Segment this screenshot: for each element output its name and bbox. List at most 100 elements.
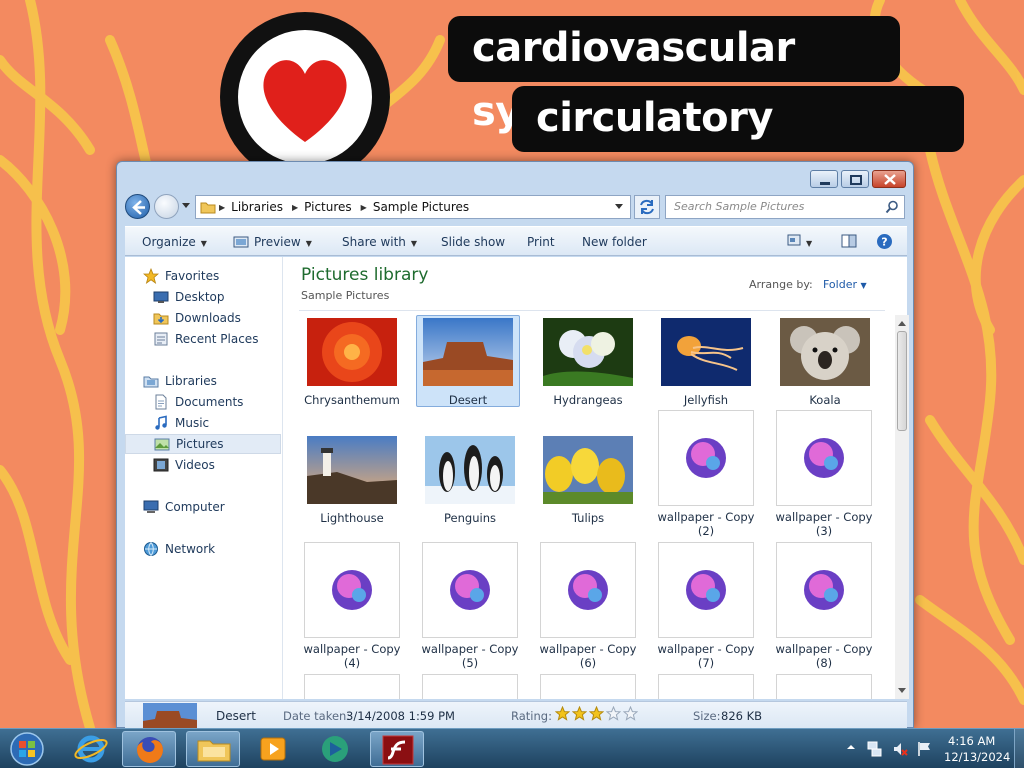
star-filled-icon[interactable] [554,705,571,721]
breadcrumb-arrow-icon[interactable]: ▶ [219,203,225,212]
close-button[interactable] [872,170,906,188]
scrollbar-thumb[interactable] [897,331,907,431]
file-name: Jellyfish [683,393,729,407]
firefox-button[interactable] [122,731,176,767]
nav-videos[interactable]: Videos [125,455,281,475]
file-tile[interactable]: wallpaper - Copy (7) [654,542,758,670]
recent-pages-dropdown-icon[interactable] [181,202,191,210]
file-tile[interactable]: Koala [773,318,877,407]
file-tile[interactable]: Jellyfish [654,318,758,407]
file-tile[interactable]: Desert [416,315,520,407]
nav-network[interactable]: Network [125,539,281,559]
file-tile[interactable]: wallpaper - Copy (8) [772,542,876,670]
network-status-icon[interactable] [866,741,882,757]
nav-label: Videos [175,458,215,472]
wallpaper-thumbnail-partial[interactable] [776,674,872,699]
file-tile[interactable]: Tulips [536,436,640,525]
change-view-button[interactable]: ▼ [787,234,812,249]
file-name: wallpaper - Copy (2) [657,510,755,538]
file-name: wallpaper - Copy (5) [421,642,519,670]
scroll-up-icon[interactable] [895,317,909,329]
back-button[interactable] [125,194,150,219]
rating-stars[interactable] [554,705,640,724]
app-button[interactable] [308,731,362,767]
share-with-menu[interactable]: Share with ▼ [342,235,417,249]
scroll-down-icon[interactable] [895,685,909,697]
vertical-scrollbar[interactable] [895,315,909,699]
wallpaper-image [686,438,726,478]
volume-muted-icon[interactable] [892,741,908,757]
wallpaper-thumbnail-partial[interactable] [540,674,636,699]
action-center-flag-icon[interactable] [916,741,932,757]
show-desktop-button[interactable] [1014,729,1024,768]
preview-menu[interactable]: Preview ▼ [233,235,312,249]
nav-documents[interactable]: Documents [125,392,281,412]
minimize-button[interactable] [810,170,838,188]
nav-recent-places[interactable]: Recent Places [125,329,281,349]
file-tile[interactable]: wallpaper - Copy (3) [772,410,876,538]
breadcrumb-libraries[interactable]: Libraries [231,200,283,214]
wallpaper-thumbnail [658,542,754,638]
show-hidden-icons-icon[interactable] [846,742,856,752]
file-tile[interactable]: wallpaper - Copy (2) [654,410,758,538]
refresh-button[interactable] [634,195,660,219]
search-input[interactable]: Search Sample Pictures [665,195,905,219]
nav-favorites[interactable]: Favorites [125,266,281,286]
library-title: Pictures library [301,265,429,285]
title-bar[interactable] [117,162,913,190]
chevron-down-icon[interactable] [614,203,624,211]
flash-button[interactable] [370,731,424,767]
slide-show-button[interactable]: Slide show [441,235,505,249]
nav-desktop[interactable]: Desktop [125,287,281,307]
star-filled-icon[interactable] [588,705,605,721]
breadcrumb-pictures[interactable]: Pictures [304,200,352,214]
search-icon[interactable] [885,200,899,214]
media-player-button[interactable] [246,731,300,767]
file-tile[interactable]: wallpaper - Copy (5) [418,542,522,670]
maximize-button[interactable] [841,170,869,188]
file-tile[interactable]: wallpaper - Copy (4) [300,542,404,670]
nav-computer[interactable]: Computer [125,497,281,517]
new-folder-button[interactable]: New folder [582,235,647,249]
clock-time[interactable]: 4:16 AM [948,734,995,748]
organize-menu[interactable]: Organize ▼ [142,235,207,249]
breadcrumb-arrow-icon[interactable]: ▶ [361,203,367,212]
address-bar[interactable]: ▶ Libraries ▶ Pictures ▶ Sample Pictures [195,195,631,219]
documents-icon [155,394,167,410]
file-tile[interactable]: wallpaper - Copy (6) [536,542,640,670]
nav-downloads[interactable]: Downloads [125,308,281,328]
star-filled-icon[interactable] [571,705,588,721]
file-tile[interactable]: Hydrangeas [536,318,640,407]
star-empty-icon[interactable] [605,705,622,721]
forward-button[interactable] [154,194,179,219]
taskbar: 4:16 AM 12/13/2024 [0,728,1024,768]
file-tile[interactable]: Penguins [418,436,522,525]
breadcrumb-sample-pictures[interactable]: Sample Pictures [373,200,469,214]
windows-explorer-button[interactable] [186,731,240,767]
start-button[interactable] [2,731,52,767]
preview-pane-button[interactable] [841,234,857,251]
search-placeholder: Search Sample Pictures [674,200,805,213]
size-label: Size: [693,709,721,723]
breadcrumb-arrow-icon[interactable]: ▶ [292,203,298,212]
nav-libraries[interactable]: Libraries [125,371,281,391]
nav-pictures[interactable]: Pictures [125,434,281,454]
nav-label: Libraries [165,374,217,388]
wallpaper-thumbnail-partial[interactable] [304,674,400,699]
wallpaper-thumbnail-partial[interactable] [658,674,754,699]
file-tile[interactable]: Lighthouse [300,436,404,525]
internet-explorer-button[interactable] [64,731,118,767]
details-file-name: Desert [216,709,256,723]
minimize-icon [820,182,830,185]
star-icon [143,268,159,284]
maximize-icon [850,175,862,185]
star-empty-icon[interactable] [622,705,639,721]
clock-date[interactable]: 12/13/2024 [944,750,1010,764]
arrange-by-dropdown[interactable]: Folder ▼ [823,278,867,291]
help-button[interactable]: ? [876,233,893,253]
wallpaper-thumbnail-partial[interactable] [422,674,518,699]
file-tile[interactable]: Chrysanthemum [300,318,404,407]
print-button[interactable]: Print [527,235,555,249]
arrow-left-icon [132,200,145,215]
nav-music[interactable]: Music [125,413,281,433]
